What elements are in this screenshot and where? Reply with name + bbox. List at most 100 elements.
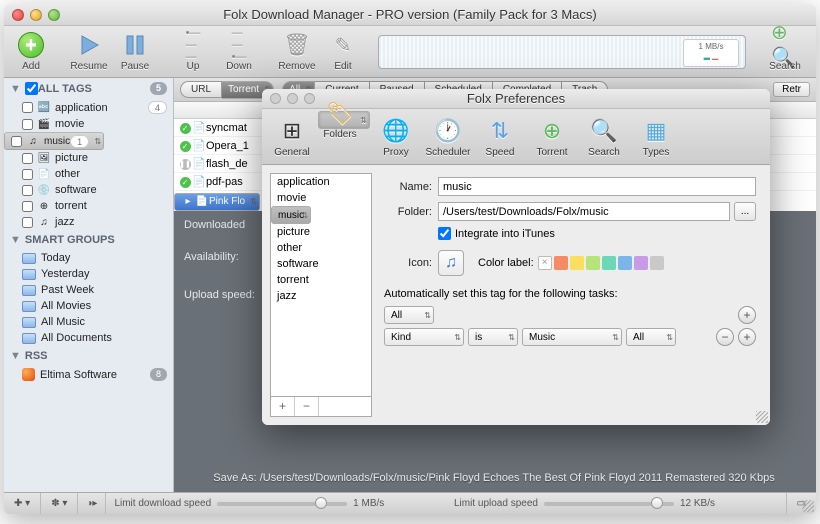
pref-tag-movie[interactable]: movie bbox=[271, 190, 371, 206]
color-swatch[interactable] bbox=[634, 256, 648, 270]
pref-tag-music[interactable]: music bbox=[271, 206, 311, 224]
color-swatch[interactable] bbox=[650, 256, 664, 270]
types-icon: ▦ bbox=[641, 117, 671, 145]
prefs-tag-list: applicationmoviemusicpictureothersoftwar… bbox=[270, 173, 372, 397]
sidebar-smart-all-music[interactable]: All Music bbox=[4, 314, 173, 330]
sidebar-header-tags[interactable]: ▼ ALL TAGS 5 bbox=[4, 78, 173, 99]
add-rule-button[interactable]: + bbox=[738, 306, 756, 324]
tag-checkbox[interactable] bbox=[22, 201, 33, 212]
pref-tag-other[interactable]: other bbox=[271, 240, 371, 256]
remove-tag-button[interactable]: − bbox=[295, 397, 319, 416]
sidebar-tag-jazz[interactable]: ♫jazz bbox=[4, 214, 173, 230]
tab-scheduler[interactable]: 🕐Scheduler bbox=[422, 111, 474, 162]
tab-speed[interactable]: ⇅Speed bbox=[474, 111, 526, 162]
pref-tag-torrent[interactable]: torrent bbox=[271, 272, 371, 288]
tag-checkbox[interactable] bbox=[22, 119, 33, 130]
color-swatch[interactable] bbox=[554, 256, 568, 270]
tag-checkbox[interactable] bbox=[22, 185, 33, 196]
retr-button[interactable]: Retr bbox=[773, 82, 810, 97]
pref-tag-software[interactable]: software bbox=[271, 256, 371, 272]
pref-tag-jazz[interactable]: jazz bbox=[271, 288, 371, 304]
remove-button[interactable]: 🗑 Remove bbox=[276, 31, 318, 72]
tag-icon: 💿 bbox=[37, 184, 51, 196]
main-toolbar: + Add Resume Pause •——— Up ——•— Down 🗑 R… bbox=[4, 26, 816, 78]
sidebar-smart-yesterday[interactable]: Yesterday bbox=[4, 266, 173, 282]
rule-all2-select[interactable]: All bbox=[626, 328, 676, 346]
color-none[interactable]: × bbox=[538, 256, 552, 270]
pref-tag-application[interactable]: application bbox=[271, 174, 371, 190]
resize-handle[interactable] bbox=[802, 500, 814, 512]
sidebar-header-smart[interactable]: ▼ SMART GROUPS bbox=[4, 230, 173, 250]
folder-icon bbox=[22, 253, 36, 264]
tab-types[interactable]: ▦Types bbox=[630, 111, 682, 162]
down-button[interactable]: ——•— Down bbox=[218, 31, 260, 72]
color-swatch[interactable] bbox=[602, 256, 616, 270]
dl-speed-slider[interactable] bbox=[217, 502, 347, 506]
rule-all-select[interactable]: All bbox=[384, 306, 434, 324]
integrate-checkbox[interactable] bbox=[438, 227, 451, 240]
sidebar-rss-item[interactable]: Eltima Software8 bbox=[4, 366, 173, 383]
add-rule-button-2[interactable]: + bbox=[738, 328, 756, 346]
prefs-resize-handle[interactable] bbox=[756, 411, 768, 423]
icon-picker[interactable]: ♫ bbox=[438, 250, 464, 276]
sidebar-smart-past-week[interactable]: Past Week bbox=[4, 282, 173, 298]
resume-button[interactable]: Resume bbox=[68, 31, 110, 72]
tag-checkbox[interactable] bbox=[11, 136, 22, 147]
sidebar-tag-movie[interactable]: 🎬movie bbox=[4, 116, 173, 132]
sidebar-tag-torrent[interactable]: ⊕torrent bbox=[4, 198, 173, 214]
sidebar-tag-picture[interactable]: 🖼picture bbox=[4, 150, 173, 166]
tab-torrent[interactable]: ⊕Torrent bbox=[526, 111, 578, 162]
all-tags-checkbox[interactable] bbox=[25, 82, 38, 95]
chevron-down-icon: ▼ bbox=[10, 350, 21, 362]
tab-folders[interactable]: 🏷Folders bbox=[318, 111, 370, 129]
tag-icon: 🏷 bbox=[325, 101, 355, 127]
tag-checkbox[interactable] bbox=[22, 153, 33, 164]
add-tag-button[interactable]: + bbox=[271, 397, 295, 416]
tab-proxy[interactable]: 🌐Proxy bbox=[370, 111, 422, 162]
edit-button[interactable]: ✎ Edit bbox=[322, 31, 364, 72]
file-icon: 📄 bbox=[195, 196, 209, 207]
action-menu-button[interactable]: ✽ ▾ bbox=[41, 493, 78, 514]
torrent-icon: ⊕ bbox=[537, 117, 567, 145]
remove-rule-button[interactable]: − bbox=[716, 328, 734, 346]
folder-input[interactable] bbox=[438, 202, 730, 221]
sidebar-tag-software[interactable]: 💿software bbox=[4, 182, 173, 198]
tag-checkbox[interactable] bbox=[22, 217, 33, 228]
tab-general[interactable]: ⊞General bbox=[266, 111, 318, 162]
smart-label: All Movies bbox=[41, 300, 91, 312]
plus-icon: + bbox=[18, 32, 44, 58]
sidebar-tag-other[interactable]: 📄other bbox=[4, 166, 173, 182]
rule-music-select[interactable]: Music bbox=[522, 328, 622, 346]
pref-tag-picture[interactable]: picture bbox=[271, 224, 371, 240]
color-swatch[interactable] bbox=[618, 256, 632, 270]
color-swatch[interactable] bbox=[586, 256, 600, 270]
sidebar-smart-all-movies[interactable]: All Movies bbox=[4, 298, 173, 314]
sidebar-header-rss[interactable]: ▼ RSS bbox=[4, 346, 173, 366]
color-swatch[interactable] bbox=[570, 256, 584, 270]
up-button[interactable]: •——— Up bbox=[172, 31, 214, 72]
add-button[interactable]: + Add bbox=[10, 31, 52, 72]
add-menu-button[interactable]: ✚ ▾ bbox=[4, 493, 41, 514]
sidebar-tag-application[interactable]: 🔤application4 bbox=[4, 99, 173, 116]
torrent-search-button[interactable]: ⊕🔍 Search bbox=[760, 31, 810, 72]
ul-speed-slider[interactable] bbox=[544, 502, 674, 506]
folder-icon bbox=[22, 285, 36, 296]
tab-search[interactable]: 🔍Search bbox=[578, 111, 630, 162]
sidebar-smart-all-documents[interactable]: All Documents bbox=[4, 330, 173, 346]
switch-icon: ⊞ bbox=[277, 117, 307, 145]
filter-url[interactable]: URL bbox=[180, 81, 222, 98]
name-input[interactable] bbox=[438, 177, 756, 196]
tag-checkbox[interactable] bbox=[22, 169, 33, 180]
pencil-icon: ✎ bbox=[329, 31, 357, 59]
main-titlebar[interactable]: Folx Download Manager - PRO version (Fam… bbox=[4, 4, 816, 26]
tag-checkbox[interactable] bbox=[22, 102, 33, 113]
browse-button[interactable]: ... bbox=[734, 202, 756, 221]
status-bar: ✚ ▾ ✽ ▾ ◑▸ Limit download speed 1 MB/s L… bbox=[4, 492, 816, 514]
pause-button[interactable]: Pause bbox=[114, 31, 156, 72]
rule-kind-select[interactable]: Kind bbox=[384, 328, 464, 346]
sidebar-tag-music[interactable]: ♫music1 bbox=[4, 132, 104, 150]
download-row[interactable]: ▸📄Pink Flo bbox=[174, 193, 260, 211]
sidebar-smart-today[interactable]: Today bbox=[4, 250, 173, 266]
rule-is-select[interactable]: is bbox=[468, 328, 518, 346]
toggle-button[interactable]: ◑▸ bbox=[78, 493, 106, 514]
